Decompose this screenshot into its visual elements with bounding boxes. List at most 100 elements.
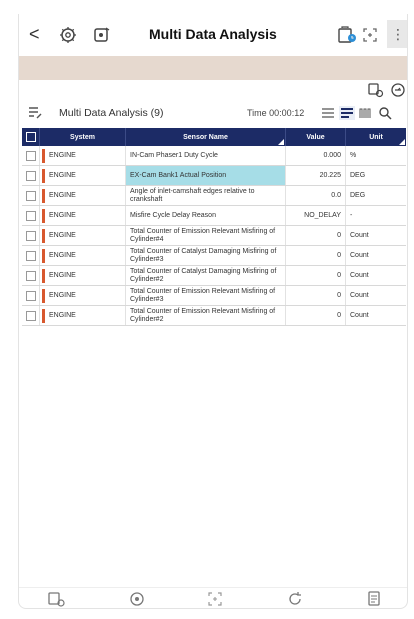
row-checkbox[interactable] [25, 230, 36, 241]
engine-settings-button[interactable] [57, 24, 79, 46]
unit-cell: Count [350, 232, 369, 239]
system-marker [42, 168, 45, 183]
select-all-cell[interactable] [22, 128, 40, 146]
system-marker [42, 188, 45, 203]
select-all-checkbox[interactable] [25, 132, 36, 142]
more-menu-button[interactable]: ⋮ [387, 20, 407, 48]
table-row[interactable]: ENGINE Total Counter of Catalyst Damagin… [22, 266, 406, 286]
row-checkbox-cell[interactable] [22, 186, 40, 205]
table-header: System Sensor Name Value Unit [22, 128, 406, 146]
row-checkbox-cell[interactable] [22, 226, 40, 245]
table-row[interactable]: ENGINE Total Counter of Emission Relevan… [22, 306, 406, 326]
system-label: ENGINE [49, 212, 76, 219]
header-band [19, 56, 407, 80]
unit-cell: Count [350, 292, 369, 299]
table-row[interactable]: ENGINE Total Counter of Emission Relevan… [22, 226, 406, 246]
engine-settings-icon [60, 27, 76, 43]
row-checkbox-cell[interactable] [22, 286, 40, 305]
row-checkbox-cell[interactable] [22, 206, 40, 225]
row-checkbox[interactable] [25, 290, 36, 301]
value-cell: NO_DELAY [286, 206, 346, 225]
expand-icon [363, 28, 377, 42]
expand-view-button[interactable] [205, 590, 225, 608]
unit-cell: DEG [350, 192, 366, 199]
system-cell: ENGINE [40, 246, 126, 265]
system-label: ENGINE [49, 172, 76, 179]
row-checkbox[interactable] [25, 190, 36, 201]
table-row[interactable]: ENGINE Total Counter of Catalyst Damagin… [22, 246, 406, 266]
row-checkbox[interactable] [25, 250, 36, 261]
system-marker [42, 268, 45, 283]
sensor-name-cell: Total Counter of Catalyst Damaging Misfi… [126, 246, 286, 265]
row-checkbox-cell[interactable] [22, 246, 40, 265]
col-header-value[interactable]: Value [286, 128, 346, 146]
table-row[interactable]: ENGINE Misfire Cycle Delay Reason NO_DEL… [22, 206, 406, 226]
system-cell: ENGINE [40, 226, 126, 245]
value-cell: 0 [286, 266, 346, 285]
row-checkbox[interactable] [25, 270, 36, 281]
record-button[interactable] [91, 24, 113, 46]
sub-toolbar [19, 80, 407, 100]
value-cell: 20.225 [286, 166, 346, 185]
record-toggle-button[interactable] [127, 590, 147, 608]
sensor-name-cell: Total Counter of Emission Relevant Misfi… [126, 306, 286, 325]
graph-view-icon [359, 108, 371, 118]
sensor-name-cell: Angle of inlet-camshaft edges relative t… [126, 186, 286, 205]
sensor-name-cell: Total Counter of Emission Relevant Misfi… [126, 286, 286, 305]
row-checkbox-cell[interactable] [22, 306, 40, 325]
more-vertical-icon: ⋮ [391, 25, 405, 42]
graph-settings-button[interactable] [367, 82, 385, 98]
info-bar: Multi Data Analysis (9) Time 00:00:12 [19, 102, 407, 124]
list-view-icon [322, 108, 334, 118]
row-checkbox[interactable] [25, 150, 36, 161]
table-row[interactable]: ENGINE EX-Cam Bank1 Actual Position 20.2… [22, 166, 406, 186]
col-header-sensor-name[interactable]: Sensor Name [126, 128, 286, 146]
gauge-icon [391, 83, 405, 97]
detail-view-icon [341, 108, 353, 118]
system-cell: ENGINE [40, 166, 126, 185]
freeze-frame-button[interactable] [337, 24, 359, 46]
table-row[interactable]: ENGINE Total Counter of Emission Relevan… [22, 286, 406, 306]
value-cell: 0 [286, 246, 346, 265]
row-checkbox[interactable] [25, 310, 36, 321]
system-cell: ENGINE [40, 186, 126, 205]
unit-cell: Count [350, 272, 369, 279]
unit-cell: - [350, 212, 353, 219]
table-row[interactable]: ENGINE IN-Cam Phaser1 Duty Cycle 0.000 % [22, 146, 406, 166]
back-icon: < [29, 24, 40, 44]
report-button[interactable] [365, 590, 385, 608]
row-checkbox-cell[interactable] [22, 166, 40, 185]
sensor-name-cell-selected: EX-Cam Bank1 Actual Position [126, 166, 286, 185]
sensor-name-cell: Total Counter of Emission Relevant Misfi… [126, 226, 286, 245]
expand-button[interactable] [359, 24, 381, 46]
row-checkbox-cell[interactable] [22, 146, 40, 165]
value-cell: 0.000 [286, 146, 346, 165]
vehicle-graph-button[interactable] [47, 590, 67, 608]
back-button[interactable]: < [29, 24, 49, 44]
row-checkbox[interactable] [25, 210, 36, 221]
col-header-unit[interactable]: Unit [346, 128, 406, 146]
table-row[interactable]: ENGINE Angle of inlet-camshaft edges rel… [22, 186, 406, 206]
system-label: ENGINE [49, 292, 76, 299]
row-checkbox[interactable] [25, 170, 36, 181]
sort-corner-icon [278, 139, 284, 145]
gauge-button[interactable] [389, 82, 407, 98]
system-marker [42, 308, 45, 323]
detail-view-button[interactable] [339, 106, 355, 120]
top-header: < Multi Data Analysis ⋮ [19, 14, 407, 56]
edit-list-icon[interactable] [27, 105, 43, 121]
search-icon [379, 107, 392, 120]
system-cell: ENGINE [40, 206, 126, 225]
sensor-table: System Sensor Name Value Unit ENGINE IN-… [22, 128, 406, 326]
list-view-button[interactable] [320, 106, 336, 120]
row-checkbox-cell[interactable] [22, 266, 40, 285]
col-header-system[interactable]: System [40, 128, 126, 146]
freeze-frame-icon [338, 26, 356, 43]
app-window: < Multi Data Analysis ⋮ Multi Data Analy… [18, 14, 408, 609]
report-icon [368, 591, 380, 606]
search-button[interactable] [377, 106, 393, 120]
analysis-title: Multi Data Analysis (9) [59, 107, 164, 119]
sensor-name-cell: Misfire Cycle Delay Reason [126, 206, 286, 225]
graph-view-button[interactable] [358, 106, 374, 120]
refresh-button[interactable] [285, 590, 305, 608]
